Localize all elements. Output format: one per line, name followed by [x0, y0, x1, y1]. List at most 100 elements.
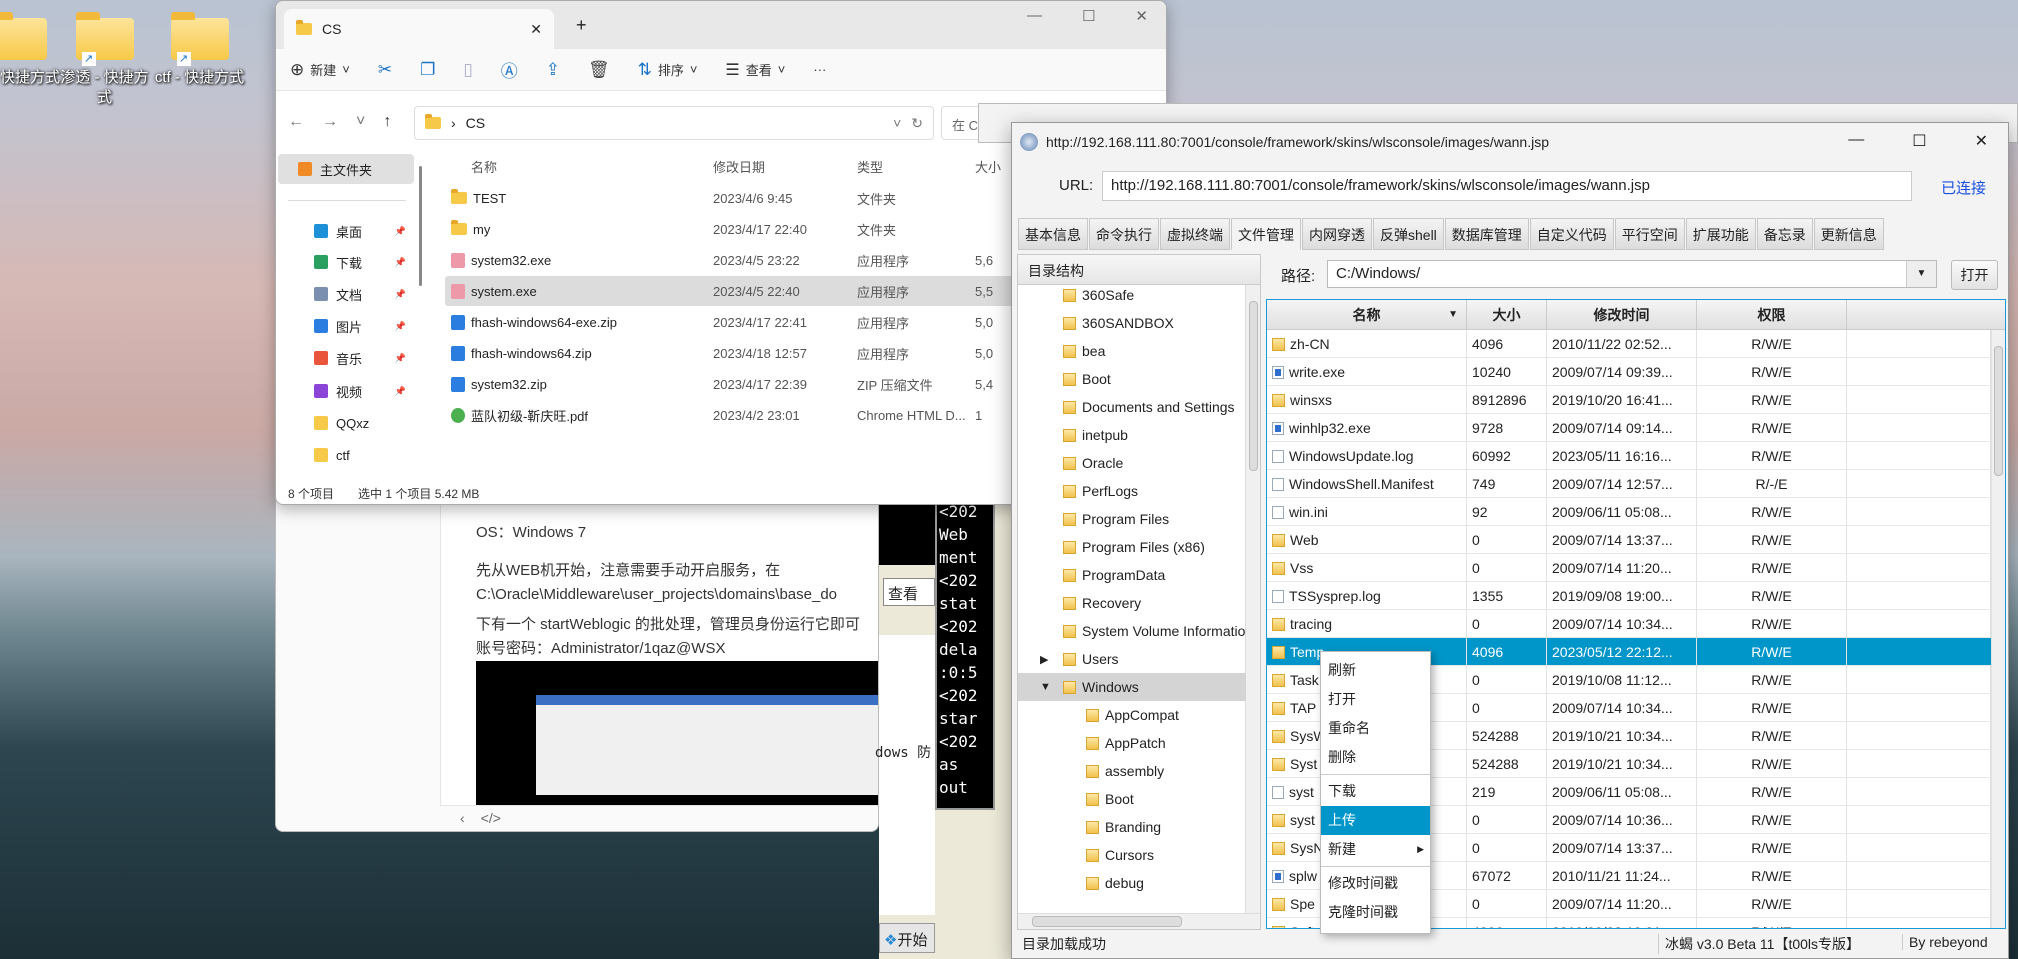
refresh-icon[interactable]: ↻ [911, 115, 923, 132]
table-vertical-scrollbar[interactable] [1990, 330, 2005, 928]
tree-node[interactable]: Branding [1018, 813, 1246, 841]
tab-4[interactable]: 内网穿透 [1302, 218, 1372, 250]
pin-icon[interactable]: 📌 [395, 289, 406, 300]
table-row[interactable]: tracing 0 2009/07/14 10:34... R/W/E [1267, 610, 1992, 638]
tree-node[interactable]: assembly [1018, 757, 1246, 785]
start-button[interactable]: ❖开始 [879, 923, 935, 953]
dropdown-arrow-icon[interactable]: ▼ [1906, 261, 1936, 287]
table-row[interactable]: zh-CN 4096 2010/11/22 02:52... R/W/E [1267, 330, 1992, 358]
sidebar-item[interactable]: QQxz [292, 409, 410, 437]
dropdown-icon[interactable]: ˅ [893, 115, 901, 131]
column-size[interactable]: 大小 [975, 157, 1001, 176]
tree-node[interactable]: Oracle [1018, 449, 1246, 477]
rename-icon[interactable]: Ⓐ [501, 57, 518, 82]
menu-item[interactable]: 重命名 [1321, 714, 1430, 743]
new-tab-icon[interactable]: + [576, 15, 587, 36]
column-size[interactable]: 大小 [1467, 300, 1547, 330]
tree-node[interactable]: bea [1018, 337, 1246, 365]
tree-node[interactable]: 360Safe [1018, 281, 1246, 309]
tab-5[interactable]: 反弹shell [1373, 218, 1444, 250]
menu-item[interactable]: 打开 [1321, 685, 1430, 714]
tree-node[interactable]: Cursors [1018, 841, 1246, 869]
tab-2[interactable]: 虚拟终端 [1160, 218, 1230, 250]
tab-10[interactable]: 备忘录 [1756, 218, 1813, 250]
table-row[interactable]: write.exe 10240 2009/07/14 09:39... R/W/E [1267, 358, 1992, 386]
tree-node[interactable]: AppCompat [1018, 701, 1246, 729]
column-time[interactable]: 修改时间 [1547, 300, 1697, 330]
tab-9[interactable]: 扩展功能 [1685, 218, 1756, 250]
sidebar-item[interactable]: 音乐 📌 [292, 344, 410, 372]
close-tab-icon[interactable]: ✕ [530, 21, 542, 38]
cut-icon[interactable]: ✂ [378, 60, 392, 80]
tree-node[interactable]: PerfLogs [1018, 477, 1246, 505]
close-icon[interactable]: ✕ [1975, 131, 1988, 151]
tree-node[interactable]: Boot [1018, 785, 1246, 813]
menu-item[interactable]: 上传 [1321, 806, 1430, 835]
tree-node[interactable]: 360SANDBOX [1018, 309, 1246, 337]
tree-node[interactable]: ▼ Windows [1018, 673, 1246, 701]
tree-node[interactable]: ▶ Users [1018, 645, 1246, 673]
tab-3[interactable]: 文件管理 [1231, 218, 1301, 250]
tree-node[interactable]: debug [1018, 869, 1246, 897]
sort-button[interactable]: ⇅ 排序 ˅ [638, 60, 698, 80]
share-icon[interactable]: ⇪ [546, 60, 560, 80]
minimize-icon[interactable]: — [1848, 131, 1864, 151]
menu-item[interactable]: 修改时间戳 [1321, 869, 1430, 898]
maximize-icon[interactable]: ☐ [1912, 131, 1926, 151]
view-button[interactable]: ☰ 查看 ˅ [725, 60, 785, 80]
tab-cs[interactable]: CS ✕ [284, 9, 554, 49]
tree-node[interactable]: System Volume Information [1018, 617, 1246, 645]
menu-item[interactable]: 下载 [1321, 777, 1430, 806]
recent-icon[interactable]: ˅ [356, 113, 365, 131]
pin-icon[interactable]: 📌 [395, 321, 406, 332]
tree-node[interactable]: Program Files (x86) [1018, 533, 1246, 561]
tree-node[interactable]: AppPatch [1018, 729, 1246, 757]
tree-node[interactable]: Boot [1018, 365, 1246, 393]
menu-item[interactable]: 克隆时间戳 [1321, 898, 1430, 927]
more-button[interactable]: ··· [813, 62, 826, 77]
column-type[interactable]: 类型 [857, 157, 883, 176]
table-row[interactable]: Web 0 2009/07/14 13:37... R/W/E [1267, 526, 1992, 554]
sidebar-scrollbar[interactable] [419, 166, 422, 286]
address-bar[interactable]: › CS ˅ ↻ [414, 106, 934, 140]
tree-node[interactable]: ProgramData [1018, 561, 1246, 589]
table-row[interactable]: TSSysprep.log 1355 2019/09/08 19:00... R/W/… [1267, 582, 1992, 610]
url-input[interactable]: http://192.168.111.80:7001/console/frame… [1102, 171, 1912, 201]
column-permission[interactable]: 权限 [1697, 300, 1847, 330]
code-icon[interactable]: </> [481, 810, 501, 829]
sidebar-item[interactable]: 视频 📌 [292, 377, 410, 405]
open-button[interactable]: 打开 [1951, 260, 1998, 290]
maximize-icon[interactable]: ☐ [1082, 7, 1095, 25]
new-button[interactable]: ⊕ 新建 ˅ [290, 60, 350, 80]
tab-7[interactable]: 自定义代码 [1529, 218, 1614, 250]
column-name[interactable]: 名称 [471, 157, 497, 176]
sidebar-item[interactable]: 下载 📌 [292, 248, 410, 276]
back-icon[interactable]: ← [288, 113, 304, 131]
desktop-shortcut[interactable]: ↗ 渗透 - 快捷方式 [57, 12, 152, 108]
desktop-shortcut[interactable]: ts - 快捷方式 [0, 12, 65, 88]
close-icon[interactable]: ✕ [1135, 7, 1148, 25]
sidebar-item[interactable]: 主文件夹 [278, 154, 414, 184]
tree-vertical-scrollbar[interactable] [1245, 285, 1260, 913]
pin-icon[interactable]: 📌 [395, 226, 406, 237]
minimize-icon[interactable]: — [1027, 7, 1042, 25]
copy-icon[interactable]: ❐ [420, 60, 435, 80]
table-row[interactable]: win.ini 92 2009/06/11 05:08... R/W/E [1267, 498, 1992, 526]
path-combobox[interactable]: C:/Windows/ ▼ [1327, 260, 1937, 288]
tab-1[interactable]: 命令执行 [1089, 218, 1159, 250]
view-button[interactable]: 查看 [883, 578, 935, 606]
table-row[interactable]: WindowsUpdate.log 60992 2023/05/11 16:16..… [1267, 442, 1992, 470]
pin-icon[interactable]: 📌 [395, 353, 406, 364]
table-row[interactable]: WindowsShell.Manifest 749 2009/07/14 12:57… [1267, 470, 1992, 498]
sidebar-item[interactable]: 图片 📌 [292, 312, 410, 340]
paste-icon[interactable]: ▯ [463, 60, 472, 80]
sidebar-item[interactable]: 桌面 📌 [292, 217, 410, 245]
tree-node[interactable]: Recovery [1018, 589, 1246, 617]
pin-icon[interactable]: 📌 [395, 257, 406, 268]
tree-node[interactable]: inetpub [1018, 421, 1246, 449]
table-row[interactable]: winhlp32.exe 9728 2009/07/14 09:14... R/W/E [1267, 414, 1992, 442]
menu-item[interactable]: 新建 ▶ [1321, 835, 1430, 864]
pin-icon[interactable]: 📌 [395, 386, 406, 397]
column-name[interactable]: 名称 ▼ [1267, 300, 1467, 330]
forward-icon[interactable]: → [322, 113, 338, 131]
